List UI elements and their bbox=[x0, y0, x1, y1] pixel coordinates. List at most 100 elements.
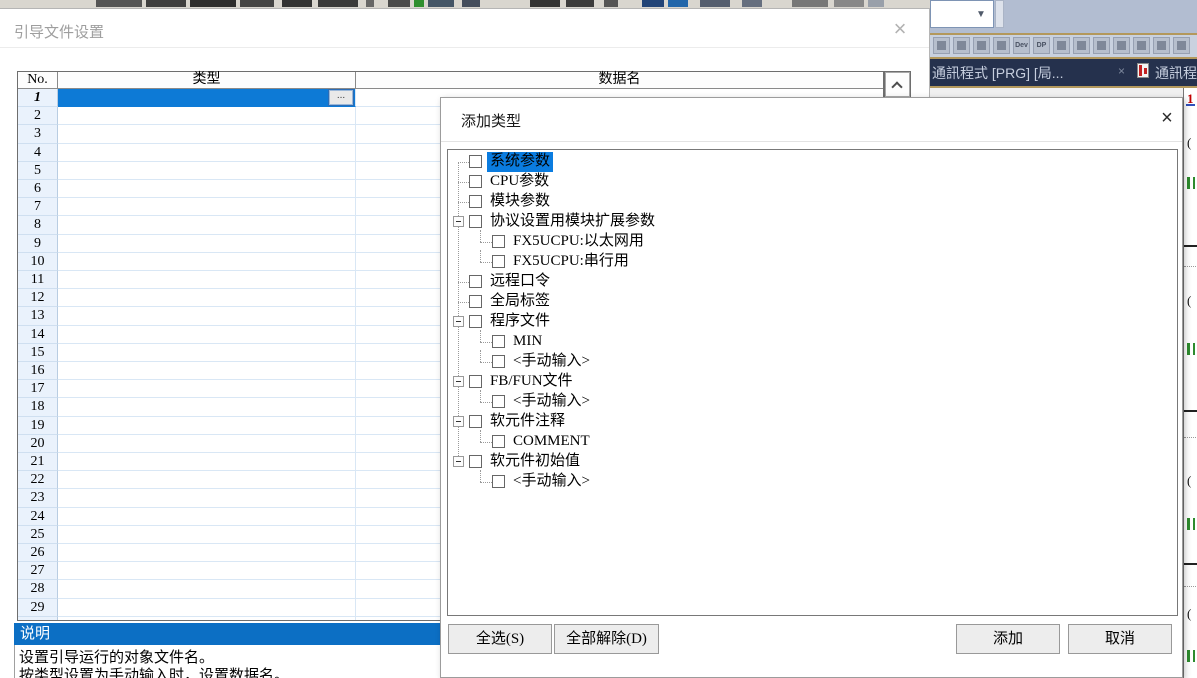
tree-item-label[interactable]: 系统参数 bbox=[487, 152, 553, 172]
tree-item-checkbox[interactable] bbox=[469, 175, 482, 188]
type-cell[interactable] bbox=[58, 362, 356, 380]
tree-item-label[interactable]: <手动输入> bbox=[510, 472, 593, 492]
toolbar-icon[interactable] bbox=[1113, 37, 1130, 54]
tree-row[interactable]: FX5UCPU:以太网用 bbox=[448, 232, 1177, 252]
tree-item-checkbox[interactable] bbox=[492, 255, 505, 268]
toolbar-icon[interactable]: DP bbox=[1033, 37, 1050, 54]
tree-item-checkbox[interactable] bbox=[469, 415, 482, 428]
type-cell[interactable] bbox=[58, 508, 356, 526]
deselect-all-button[interactable]: 全部解除(D) bbox=[554, 624, 659, 654]
tree-item-label[interactable]: 程序文件 bbox=[487, 312, 553, 332]
tree-row[interactable]: 系统参数 bbox=[448, 152, 1177, 172]
tab-communication-program-2[interactable]: 通訊程 bbox=[1155, 63, 1197, 83]
close-icon[interactable]: × bbox=[1153, 105, 1181, 131]
tree-expander-collapse[interactable] bbox=[453, 216, 464, 227]
tree-item-label[interactable]: 远程口令 bbox=[487, 272, 553, 292]
tree-item-label[interactable]: FX5UCPU:串行用 bbox=[510, 252, 632, 272]
tree-row[interactable]: <手动输入> bbox=[448, 392, 1177, 412]
type-cell[interactable] bbox=[58, 326, 356, 344]
toolbar-icon[interactable] bbox=[1173, 37, 1190, 54]
type-cell[interactable]: ... bbox=[58, 89, 356, 107]
tree-item-checkbox[interactable] bbox=[469, 155, 482, 168]
type-cell[interactable] bbox=[58, 216, 356, 234]
type-cell[interactable] bbox=[58, 617, 356, 620]
tree-item-label[interactable]: 软元件初始值 bbox=[487, 452, 583, 472]
type-cell[interactable] bbox=[58, 562, 356, 580]
tree-item-label[interactable]: 全局标签 bbox=[487, 292, 553, 312]
type-cell[interactable] bbox=[58, 253, 356, 271]
type-cell[interactable] bbox=[58, 599, 356, 617]
type-cell[interactable] bbox=[58, 544, 356, 562]
tree-item-label[interactable]: <手动输入> bbox=[510, 392, 593, 412]
tree-row[interactable]: FX5UCPU:串行用 bbox=[448, 252, 1177, 272]
toolbar-icon[interactable] bbox=[933, 37, 950, 54]
tree-item-checkbox[interactable] bbox=[492, 355, 505, 368]
tree-item-checkbox[interactable] bbox=[492, 235, 505, 248]
tree-item-checkbox[interactable] bbox=[469, 195, 482, 208]
toolbar-icon[interactable] bbox=[953, 37, 970, 54]
type-cell[interactable] bbox=[58, 380, 356, 398]
tree-expander-collapse[interactable] bbox=[453, 456, 464, 467]
type-cell[interactable] bbox=[58, 235, 356, 253]
tree-row[interactable]: COMMENT bbox=[448, 432, 1177, 452]
type-cell[interactable] bbox=[58, 489, 356, 507]
tree-row[interactable]: <手动输入> bbox=[448, 472, 1177, 492]
chevron-down-icon[interactable]: ▼ bbox=[972, 8, 990, 22]
tree-row[interactable]: 程序文件 bbox=[448, 312, 1177, 332]
tree-expander-collapse[interactable] bbox=[453, 416, 464, 427]
tree-item-label[interactable]: 软元件注释 bbox=[487, 412, 568, 432]
type-cell[interactable] bbox=[58, 453, 356, 471]
toolbar-icon[interactable] bbox=[1133, 37, 1150, 54]
type-cell[interactable] bbox=[58, 107, 356, 125]
tree-expander-collapse[interactable] bbox=[453, 376, 464, 387]
toolbar-icon[interactable] bbox=[1073, 37, 1090, 54]
cancel-button[interactable]: 取消 bbox=[1068, 624, 1172, 654]
type-cell[interactable] bbox=[58, 198, 356, 216]
tab-communication-program[interactable]: 通訊程式 [PRG] [局... bbox=[932, 63, 1063, 83]
toolbar-icon[interactable] bbox=[973, 37, 990, 54]
tree-item-label[interactable]: FB/FUN文件 bbox=[487, 372, 576, 392]
tree-item-label[interactable]: FX5UCPU:以太网用 bbox=[510, 232, 647, 252]
add-button[interactable]: 添加 bbox=[956, 624, 1060, 654]
tree-item-checkbox[interactable] bbox=[469, 315, 482, 328]
tree-item-label[interactable]: 模块参数 bbox=[487, 192, 553, 212]
tree-item-checkbox[interactable] bbox=[469, 375, 482, 388]
toolbar-icon[interactable] bbox=[993, 37, 1010, 54]
type-cell[interactable] bbox=[58, 344, 356, 362]
tree-item-label[interactable]: 协议设置用模块扩展参数 bbox=[487, 212, 658, 232]
tree-row[interactable]: FB/FUN文件 bbox=[448, 372, 1177, 392]
tree-item-label[interactable]: CPU参数 bbox=[487, 172, 552, 192]
type-cell[interactable] bbox=[58, 471, 356, 489]
tree-row[interactable]: 模块参数 bbox=[448, 192, 1177, 212]
tree-item-checkbox[interactable] bbox=[492, 335, 505, 348]
tree-row[interactable]: <手动输入> bbox=[448, 352, 1177, 372]
tree-row[interactable]: CPU参数 bbox=[448, 172, 1177, 192]
tree-item-checkbox[interactable] bbox=[469, 275, 482, 288]
toolbar-icon[interactable]: Dev bbox=[1013, 37, 1030, 54]
tree-item-checkbox[interactable] bbox=[469, 295, 482, 308]
tree-item-checkbox[interactable] bbox=[469, 455, 482, 468]
tree-item-label[interactable]: COMMENT bbox=[510, 432, 593, 452]
tree-row[interactable]: 软元件注释 bbox=[448, 412, 1177, 432]
tree-row[interactable]: 远程口令 bbox=[448, 272, 1177, 292]
type-cell[interactable] bbox=[58, 398, 356, 416]
tree-item-checkbox[interactable] bbox=[492, 475, 505, 488]
type-cell[interactable] bbox=[58, 417, 356, 435]
browse-button[interactable]: ... bbox=[329, 90, 353, 105]
type-cell[interactable] bbox=[58, 271, 356, 289]
type-cell[interactable] bbox=[58, 144, 356, 162]
tree-item-checkbox[interactable] bbox=[469, 215, 482, 228]
toolbar-icon[interactable] bbox=[1093, 37, 1110, 54]
close-icon[interactable]: × bbox=[885, 15, 915, 43]
tree-item-label[interactable]: <手动输入> bbox=[510, 352, 593, 372]
type-cell[interactable] bbox=[58, 580, 356, 598]
tree-row[interactable]: 全局标签 bbox=[448, 292, 1177, 312]
toolbar-icon[interactable] bbox=[1053, 37, 1070, 54]
toolbar-overflow-handle[interactable] bbox=[995, 0, 1004, 28]
tree-item-checkbox[interactable] bbox=[492, 435, 505, 448]
tree-item-label[interactable]: MIN bbox=[510, 332, 545, 352]
type-cell[interactable] bbox=[58, 526, 356, 544]
type-cell[interactable] bbox=[58, 180, 356, 198]
select-all-button[interactable]: 全选(S) bbox=[448, 624, 552, 654]
type-cell[interactable] bbox=[58, 289, 356, 307]
